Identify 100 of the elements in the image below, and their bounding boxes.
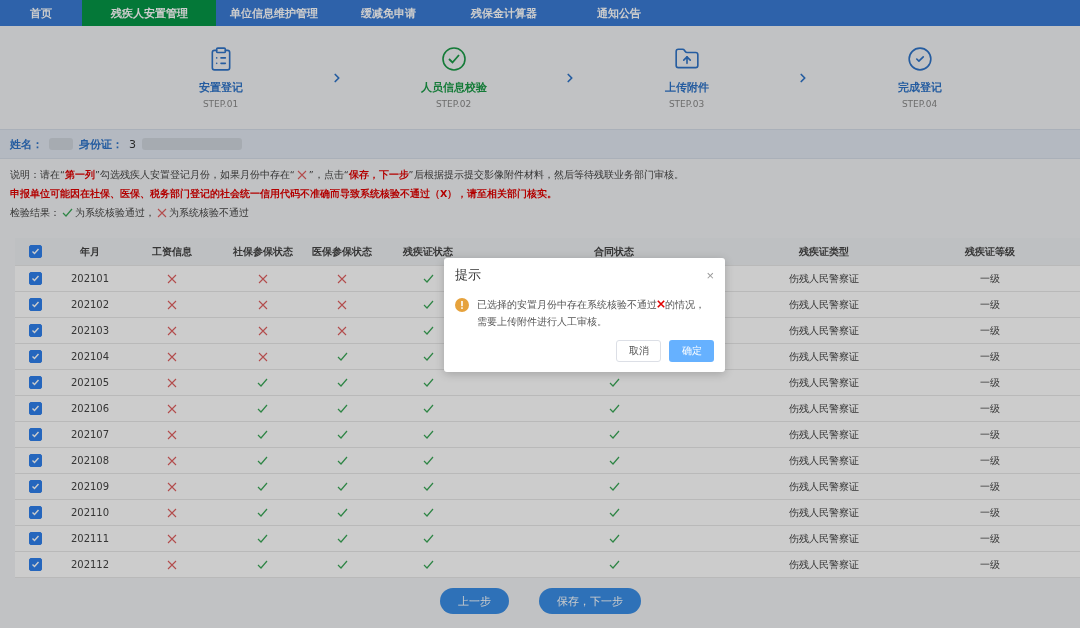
tick-icon bbox=[30, 352, 40, 361]
check-icon bbox=[62, 208, 73, 217]
column-header: 社保参保状态 bbox=[232, 244, 293, 259]
certificate-type-cell: 伤残人民警察证 bbox=[789, 271, 859, 286]
tick-icon bbox=[30, 534, 40, 543]
certificate-level-cell: 一级 bbox=[979, 557, 1000, 572]
certificate-type-cell: 伤残人民警察证 bbox=[789, 557, 859, 572]
nav-tab[interactable]: 残疾人安置管理 bbox=[82, 0, 216, 26]
note-text: ”勾选残疾人安置登记月份，如果月份中存在“ bbox=[94, 169, 295, 182]
column-header: 残疾证等级 bbox=[964, 244, 1015, 259]
column-header: 医保参保状态 bbox=[312, 244, 372, 259]
certificate-type-cell: 伤残人民警察证 bbox=[789, 427, 859, 442]
month-cell: 202101 bbox=[70, 273, 110, 284]
step-number: STEP.04 bbox=[901, 99, 938, 109]
select-all-checkbox[interactable] bbox=[28, 245, 42, 258]
cross-icon bbox=[296, 169, 307, 180]
nav-tab[interactable]: 缓减免申请 bbox=[331, 0, 446, 26]
row-checkbox[interactable] bbox=[28, 506, 42, 519]
confirm-button[interactable]: 确定 bbox=[669, 340, 714, 362]
tick-icon bbox=[30, 274, 40, 283]
name-label: 姓名： bbox=[10, 136, 43, 152]
certificate-type-cell: 伤残人民警察证 bbox=[789, 297, 859, 312]
step-number: STEP.01 bbox=[202, 99, 239, 109]
tick-icon bbox=[30, 430, 40, 439]
certificate-level-cell: 一级 bbox=[979, 427, 1000, 442]
tick-icon bbox=[30, 508, 40, 517]
tick-icon bbox=[30, 560, 40, 569]
certificate-level-cell: 一级 bbox=[979, 401, 1000, 416]
row-checkbox[interactable] bbox=[28, 272, 42, 285]
save-next-button[interactable]: 保存，下一步 bbox=[538, 588, 641, 614]
circle-check-icon bbox=[906, 46, 933, 72]
step-title: 安置登记 bbox=[198, 80, 243, 95]
certificate-level-cell: 一级 bbox=[979, 531, 1000, 546]
certificate-level-cell: 一级 bbox=[979, 479, 1000, 494]
certificate-level-cell: 一级 bbox=[979, 349, 1000, 364]
certificate-level-cell: 一级 bbox=[979, 271, 1000, 286]
step-number: STEP.03 bbox=[668, 99, 705, 109]
column-header: 残疾证状态 bbox=[403, 244, 453, 259]
column-header: 年月 bbox=[80, 244, 100, 259]
row-checkbox[interactable] bbox=[28, 376, 42, 389]
month-cell: 202112 bbox=[70, 559, 110, 570]
close-button[interactable]: × bbox=[706, 267, 714, 283]
dialog-title: 提示 bbox=[455, 266, 481, 284]
note-text: ”后根据提示提交影像附件材料，然后等待残联业务部门审核。 bbox=[408, 169, 684, 182]
row-checkbox[interactable] bbox=[28, 454, 42, 467]
month-cell: 202106 bbox=[70, 403, 110, 414]
nav-tab[interactable]: 单位信息维护管理 bbox=[216, 0, 331, 26]
note-text: 说明：请在“ bbox=[10, 169, 65, 182]
note-text: 检验结果： bbox=[10, 207, 60, 220]
step-title: 上传附件 bbox=[664, 80, 709, 95]
certificate-level-cell: 一级 bbox=[979, 297, 1000, 312]
row-checkbox[interactable] bbox=[28, 428, 42, 441]
row-checkbox[interactable] bbox=[28, 298, 42, 311]
certificate-type-cell: 伤残人民警察证 bbox=[789, 479, 859, 494]
nav-tab[interactable]: 残保金计算器 bbox=[446, 0, 561, 26]
certificate-level-cell: 一级 bbox=[979, 375, 1000, 390]
note-text: 为系统核验通过， bbox=[75, 207, 155, 220]
row-checkbox[interactable] bbox=[28, 558, 42, 571]
tick-icon bbox=[30, 378, 40, 387]
row-checkbox[interactable] bbox=[28, 350, 42, 363]
certificate-type-cell: 伤残人民警察证 bbox=[789, 453, 859, 468]
month-cell: 202111 bbox=[70, 533, 110, 544]
note-text: 为系统核验不通过 bbox=[169, 207, 249, 220]
row-checkbox[interactable] bbox=[28, 402, 42, 415]
note-text: ”，点击“ bbox=[308, 169, 349, 182]
warning-icon bbox=[455, 298, 469, 312]
certificate-level-cell: 一级 bbox=[979, 453, 1000, 468]
tick-icon bbox=[30, 247, 40, 256]
circle-verify-icon bbox=[440, 46, 467, 72]
month-cell: 202105 bbox=[70, 377, 110, 388]
column-header: 残疾证类型 bbox=[799, 244, 849, 259]
month-cell: 202104 bbox=[70, 351, 110, 362]
nav-tab[interactable]: 首页 bbox=[0, 0, 82, 26]
cross-icon bbox=[157, 207, 167, 218]
certificate-type-cell: 伤残人民警察证 bbox=[789, 401, 859, 416]
column-header: 合同状态 bbox=[594, 244, 634, 259]
tick-icon bbox=[30, 482, 40, 491]
month-cell: 202103 bbox=[70, 325, 110, 336]
certificate-type-cell: 伤残人民警察证 bbox=[789, 531, 859, 546]
column-header: 工资信息 bbox=[151, 244, 192, 259]
month-cell: 202107 bbox=[70, 429, 110, 440]
certificate-type-cell: 伤残人民警察证 bbox=[789, 349, 859, 364]
cancel-button[interactable]: 取消 bbox=[616, 340, 661, 362]
certificate-type-cell: 伤残人民警察证 bbox=[789, 375, 859, 390]
dialog-message: 已选择的安置月份中存在系统核验不通过 的情况，需要上传附件进行人工审核。 bbox=[477, 298, 706, 329]
month-cell: 202108 bbox=[70, 455, 110, 466]
previous-button[interactable]: 上一步 bbox=[439, 588, 509, 614]
row-checkbox[interactable] bbox=[28, 532, 42, 545]
nav-tab[interactable]: 通知公告 bbox=[561, 0, 676, 26]
certificate-level-cell: 一级 bbox=[979, 323, 1000, 338]
tick-icon bbox=[30, 326, 40, 335]
month-cell: 202102 bbox=[70, 299, 110, 310]
certificate-type-cell: 伤残人民警察证 bbox=[789, 505, 859, 520]
row-checkbox[interactable] bbox=[28, 324, 42, 337]
step-title: 人员信息校验 bbox=[420, 80, 487, 95]
id-value: 3 bbox=[129, 137, 136, 151]
month-cell: 202109 bbox=[70, 481, 110, 492]
step-title: 完成登记 bbox=[897, 80, 942, 95]
row-checkbox[interactable] bbox=[28, 480, 42, 493]
tick-icon bbox=[30, 300, 40, 309]
